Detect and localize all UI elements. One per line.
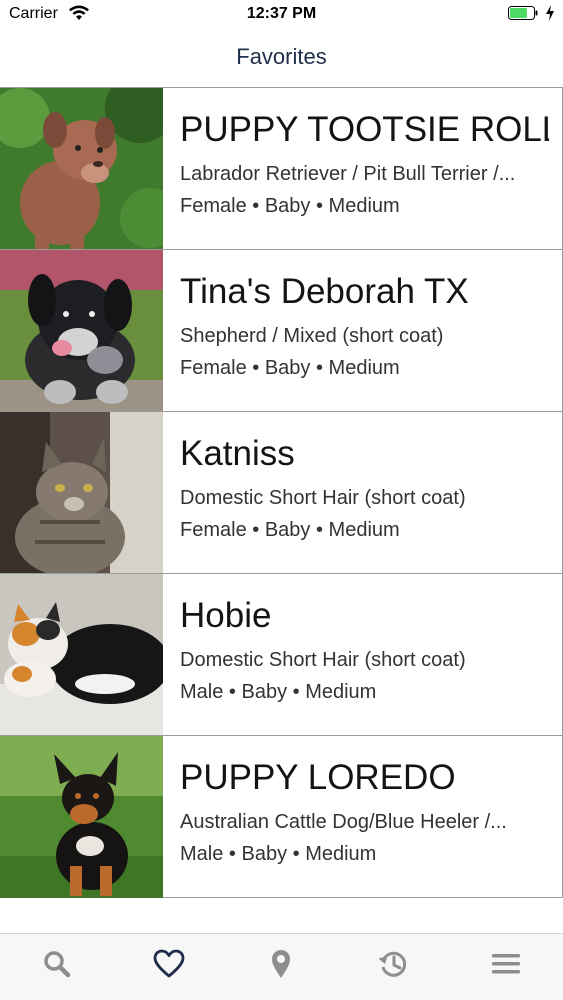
dog-photo	[0, 736, 163, 898]
tab-map[interactable]	[261, 944, 301, 984]
separator: •	[310, 519, 329, 541]
cat-photo	[0, 574, 163, 736]
pet-sex: Male	[180, 843, 224, 865]
pet-details: Female • Baby • Medium	[180, 356, 549, 380]
menu-icon	[492, 954, 520, 974]
status-bar: Carrier 12:37 PM	[0, 0, 563, 30]
separator: •	[223, 843, 242, 865]
pet-size: Medium	[328, 519, 400, 541]
pet-breed: Domestic Short Hair (short coat)	[180, 649, 466, 671]
pet-sex: Female	[180, 519, 247, 541]
pet-age: Baby	[264, 519, 311, 541]
tab-search[interactable]	[37, 944, 77, 984]
separator: •	[310, 357, 329, 379]
separator: •	[223, 681, 242, 703]
pet-details: Male • Baby • Medium	[180, 680, 549, 704]
dog-photo	[0, 88, 163, 250]
pet-sex: Male	[180, 681, 224, 703]
pet-details: Male • Baby • Medium	[180, 842, 549, 866]
pet-size: Medium	[328, 357, 400, 379]
location-pin-icon	[272, 950, 290, 978]
search-icon	[44, 951, 71, 978]
tab-history[interactable]	[373, 944, 413, 984]
pet-sex: Female	[180, 357, 247, 379]
pet-size: Medium	[305, 681, 377, 703]
pet-details: Female • Baby • Medium	[180, 194, 549, 218]
page-title: Favorites	[236, 44, 327, 69]
list-item[interactable]: Hobie Domestic Short Hair (short coat) M…	[0, 573, 563, 736]
pet-size: Medium	[328, 195, 400, 217]
tab-favorites[interactable]	[149, 944, 189, 984]
pet-name: Hobie	[180, 596, 272, 635]
pet-age: Baby	[241, 681, 288, 703]
battery-icon	[508, 6, 538, 20]
pet-size: Medium	[305, 843, 377, 865]
list-item[interactable]: PUPPY TOOTSIE ROLL Labrador Retriever / …	[0, 87, 563, 250]
pet-details: Female • Baby • Medium	[180, 518, 549, 542]
pet-age: Baby	[241, 843, 288, 865]
pet-name: PUPPY LOREDO	[180, 758, 456, 797]
list-item[interactable]: PUPPY LOREDO Australian Cattle Dog/Blue …	[0, 735, 563, 898]
pet-sex: Female	[180, 195, 247, 217]
separator: •	[246, 195, 265, 217]
list-item[interactable]: Katniss Domestic Short Hair (short coat)…	[0, 411, 563, 574]
list-item[interactable]: Tina's Deborah TX Shepherd / Mixed (shor…	[0, 249, 563, 412]
heart-icon	[153, 949, 185, 978]
cat-photo	[0, 412, 163, 574]
pet-breed: Australian Cattle Dog/Blue Heeler /...	[180, 811, 507, 833]
separator: •	[246, 519, 265, 541]
separator: •	[287, 681, 306, 703]
dog-photo	[0, 250, 163, 412]
pet-breed: Domestic Short Hair (short coat)	[180, 487, 466, 509]
clock: 12:37 PM	[246, 5, 317, 22]
pet-age: Baby	[264, 357, 311, 379]
tab-bar	[0, 933, 563, 1000]
charging-bolt-icon	[546, 5, 554, 21]
pet-name: PUPPY TOOTSIE ROLL	[180, 110, 549, 149]
favorites-list: PUPPY TOOTSIE ROLL Labrador Retriever / …	[0, 87, 563, 898]
separator: •	[287, 843, 306, 865]
history-icon	[378, 951, 407, 977]
pet-breed: Labrador Retriever / Pit Bull Terrier /.…	[180, 163, 516, 185]
pet-name: Katniss	[180, 434, 295, 473]
separator: •	[310, 195, 329, 217]
pet-breed: Shepherd / Mixed (short coat)	[180, 325, 444, 347]
pet-age: Baby	[264, 195, 311, 217]
tab-menu[interactable]	[486, 944, 526, 984]
separator: •	[246, 357, 265, 379]
pet-name: Tina's Deborah TX	[180, 272, 469, 311]
